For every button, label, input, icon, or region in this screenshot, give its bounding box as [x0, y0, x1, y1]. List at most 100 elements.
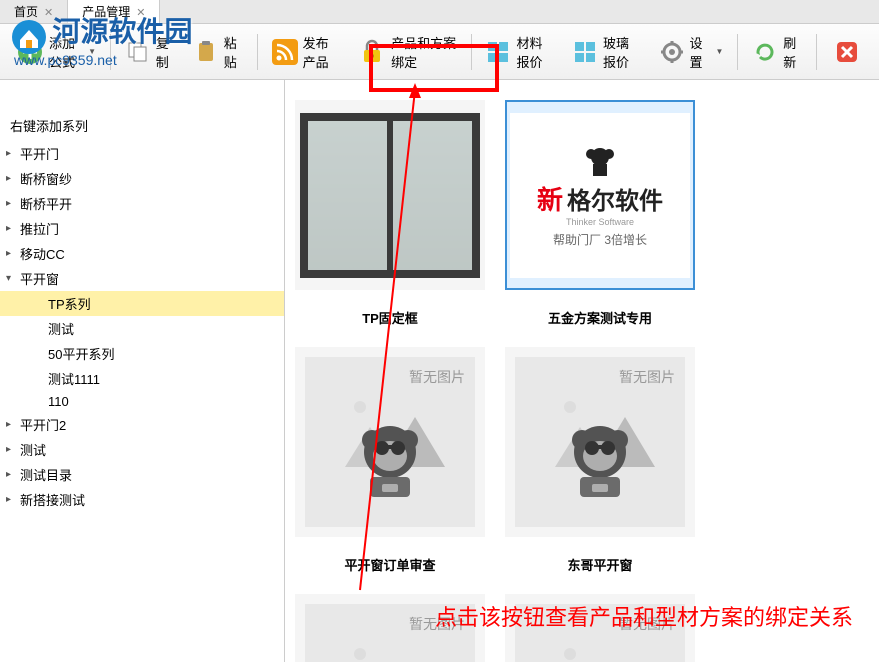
tab-label: 产品管理	[82, 5, 130, 19]
tree-label: 平开门	[20, 144, 59, 163]
tab-product-manage[interactable]: 产品管理 ✕	[68, 0, 160, 23]
tree-arrow-icon: ▾	[6, 273, 20, 284]
tree-arrow-icon: ▸	[6, 494, 20, 505]
plus-icon	[16, 36, 44, 68]
button-label: 粘贴	[224, 33, 243, 71]
button-label: 设置	[690, 33, 709, 71]
tree-arrow-icon: ▸	[6, 469, 20, 480]
publish-product-button[interactable]: 发布产品	[264, 28, 349, 76]
button-label: 产品和方案绑定	[391, 33, 457, 71]
tree-arrow-icon: ▸	[6, 223, 20, 234]
tree-label: 平开门2	[20, 415, 66, 434]
chevron-down-icon: ▼	[88, 47, 96, 56]
gear-icon	[659, 36, 685, 68]
close-icon[interactable]: ✕	[44, 7, 53, 19]
button-label: 发布产品	[303, 33, 341, 71]
tree-item[interactable]: ▸推拉门	[0, 216, 284, 241]
grid-icon	[572, 36, 598, 68]
toolbar: 添加公式 ▼ 复制 粘贴 发布产品 产品和方案绑定 材料报价 玻璃报价 设置 ▼…	[0, 24, 879, 80]
product-name: TP固定框	[362, 308, 418, 327]
paste-icon	[193, 36, 219, 68]
tree-arrow-icon: ▸	[6, 198, 20, 209]
product-image: 新格尔软件 Thinker Software 帮助门厂 3倍增长	[510, 113, 690, 278]
tree-child-item[interactable]: 50平开系列	[0, 341, 284, 366]
tab-bar: 首页✕ 产品管理 ✕	[0, 0, 879, 24]
rss-icon	[272, 36, 298, 68]
copy-icon	[125, 36, 151, 68]
add-formula-button[interactable]: 添加公式 ▼	[8, 28, 104, 76]
no-image-placeholder: 暂无图片	[515, 357, 685, 527]
tree-arrow-icon: ▸	[6, 444, 20, 455]
product-card[interactable]: 新格尔软件 Thinker Software 帮助门厂 3倍增长 五金方案测试专…	[505, 100, 695, 327]
tree-child-item[interactable]: TP系列	[0, 291, 284, 316]
product-image-wrap: 暂无图片	[505, 347, 695, 537]
button-label: 材料报价	[516, 33, 554, 71]
annotation-text: 点击该按钮查看产品和型材方案的绑定关系	[435, 600, 853, 632]
tree-item[interactable]: ▸平开门2	[0, 412, 284, 437]
glass-price-button[interactable]: 玻璃报价	[564, 28, 649, 76]
tree-label: 断桥窗纱	[20, 169, 72, 188]
product-card[interactable]: 暂无图片东哥平开窗	[505, 347, 695, 574]
tree-child-item[interactable]: 测试1111	[0, 366, 284, 391]
tab-home[interactable]: 首页✕	[0, 0, 68, 23]
separator	[257, 34, 258, 70]
no-image-placeholder: 暂无图片	[305, 357, 475, 527]
copy-button[interactable]: 复制	[117, 28, 183, 76]
tree-label: 平开窗	[20, 269, 59, 288]
tree-item[interactable]: ▸移动CC	[0, 241, 284, 266]
separator	[816, 34, 817, 70]
product-image-wrap: 新格尔软件 Thinker Software 帮助门厂 3倍增长	[505, 100, 695, 290]
product-name: 五金方案测试专用	[548, 308, 652, 327]
sidebar-title: 右键添加系列	[0, 110, 284, 141]
tree-arrow-icon: ▸	[6, 419, 20, 430]
tree-item[interactable]: ▸断桥窗纱	[0, 166, 284, 191]
tree-label: 50平开系列	[48, 344, 114, 363]
bind-product-button[interactable]: 产品和方案绑定	[350, 28, 465, 76]
product-image	[300, 113, 480, 278]
product-image-wrap	[295, 100, 485, 290]
product-card[interactable]: TP固定框	[295, 100, 485, 327]
delete-icon	[831, 36, 863, 68]
delete-button[interactable]	[823, 31, 871, 73]
separator	[110, 34, 111, 70]
tree-label: 110	[48, 394, 69, 409]
product-name: 平开窗订单审查	[344, 555, 435, 574]
button-label: 添加公式	[49, 33, 81, 71]
tree-child-item[interactable]: 110	[0, 391, 284, 412]
tree-label: 测试	[20, 440, 46, 459]
tree-item[interactable]: ▸断桥平开	[0, 191, 284, 216]
products-grid: TP固定框 新格尔软件 Thinker Software 帮助门厂 3倍增长 五…	[295, 100, 869, 662]
separator	[471, 34, 472, 70]
tree-arrow-icon: ▸	[6, 148, 20, 159]
close-icon[interactable]: ✕	[136, 7, 145, 19]
product-name: 东哥平开窗	[567, 555, 632, 574]
sidebar: 右键添加系列 ▸平开门▸断桥窗纱▸断桥平开▸推拉门▸移动CC▾平开窗TP系列测试…	[0, 80, 285, 662]
refresh-button[interactable]: 刷新	[744, 28, 810, 76]
tree-child-item[interactable]: 测试	[0, 316, 284, 341]
lock-icon	[358, 36, 386, 68]
tree-label: 断桥平开	[20, 194, 72, 213]
paste-button[interactable]: 粘贴	[185, 28, 251, 76]
tree-label: 测试目录	[20, 465, 72, 484]
tree-item[interactable]: ▸测试目录	[0, 462, 284, 487]
tree-item[interactable]: ▾平开窗	[0, 266, 284, 291]
tree-item[interactable]: ▸平开门	[0, 141, 284, 166]
button-label: 刷新	[783, 33, 802, 71]
tree-arrow-icon: ▸	[6, 248, 20, 259]
separator	[737, 34, 738, 70]
chevron-down-icon: ▼	[716, 47, 724, 56]
button-label: 玻璃报价	[603, 33, 641, 71]
main-area: 右键添加系列 ▸平开门▸断桥窗纱▸断桥平开▸推拉门▸移动CC▾平开窗TP系列测试…	[0, 80, 879, 662]
product-card[interactable]: 暂无图片平开窗订单审查	[295, 347, 485, 574]
tree-label: 测试	[48, 319, 74, 338]
tree-label: 推拉门	[20, 219, 59, 238]
tree-label: 测试1111	[48, 369, 100, 388]
product-image-wrap: 暂无图片	[295, 347, 485, 537]
tree-item[interactable]: ▸新搭接测试	[0, 487, 284, 512]
tree-item[interactable]: ▸测试	[0, 437, 284, 462]
content-area: TP固定框 新格尔软件 Thinker Software 帮助门厂 3倍增长 五…	[285, 80, 879, 662]
grid-icon	[485, 36, 511, 68]
material-price-button[interactable]: 材料报价	[477, 28, 562, 76]
tree-label: 新搭接测试	[20, 490, 85, 509]
settings-button[interactable]: 设置 ▼	[651, 28, 732, 76]
